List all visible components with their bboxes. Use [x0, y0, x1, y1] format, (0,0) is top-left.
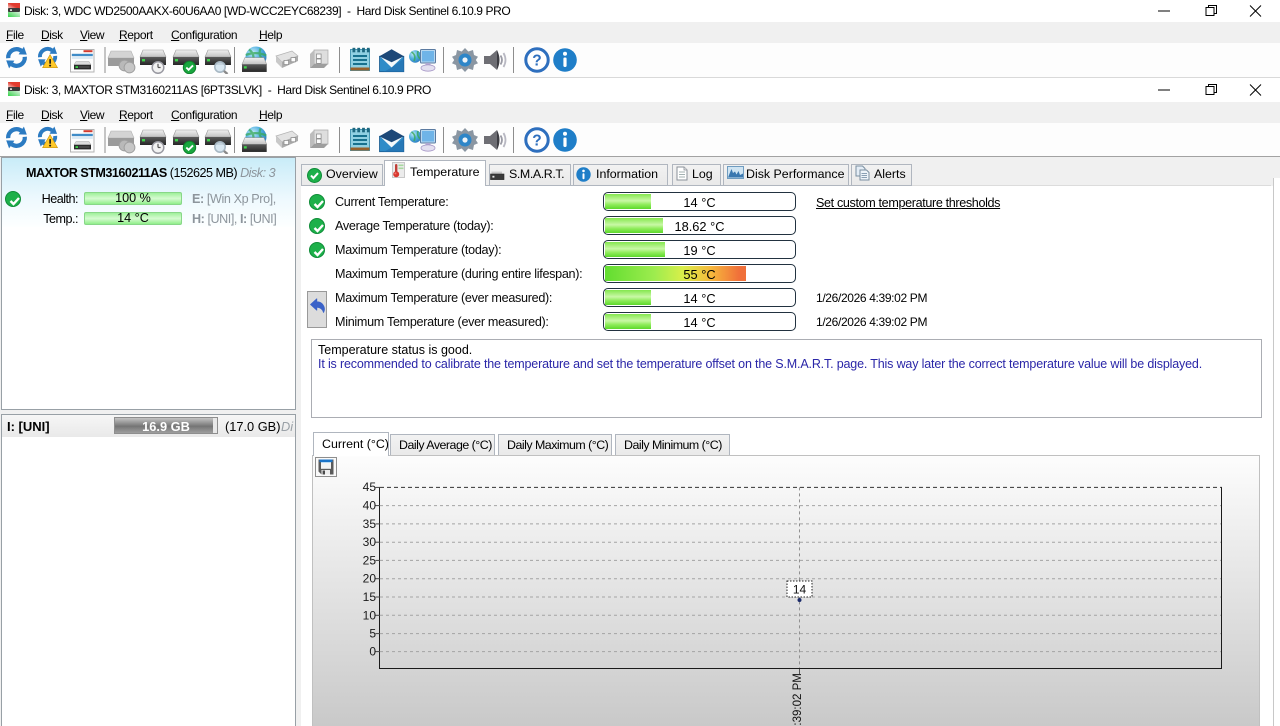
svg-text:45: 45 [363, 480, 377, 494]
svg-text:14: 14 [793, 583, 807, 597]
svg-text:10: 10 [363, 608, 377, 622]
svg-text:40: 40 [363, 499, 377, 513]
svg-text:30: 30 [363, 535, 377, 549]
svg-text:35: 35 [363, 517, 377, 531]
svg-text:25: 25 [363, 553, 377, 567]
svg-text:0: 0 [369, 645, 376, 659]
svg-text:20: 20 [363, 572, 377, 586]
svg-text:?: ? [532, 53, 541, 70]
svg-text:5: 5 [369, 627, 376, 641]
svg-text:15: 15 [363, 590, 377, 604]
svg-text:4:39:02 PM: 4:39:02 PM [792, 673, 804, 726]
